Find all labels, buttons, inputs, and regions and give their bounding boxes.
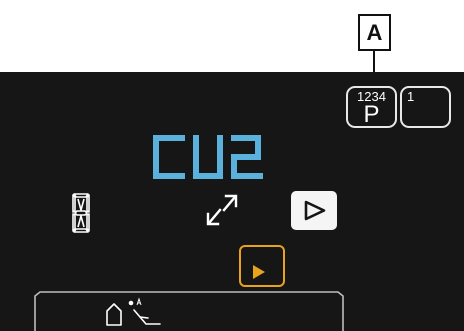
program-button-p[interactable]: 1234 P: [346, 86, 397, 128]
program-p-letter: P: [363, 101, 380, 128]
program-1-number: 1: [407, 89, 415, 104]
callout-label-a: A: [358, 14, 391, 51]
bottom-bracket: [34, 291, 344, 331]
code-char-c: [153, 135, 185, 179]
segment-digit-icon: [72, 193, 90, 233]
enter-play-icon: [253, 265, 265, 279]
code-display: [153, 135, 263, 179]
code-char-u: [193, 135, 223, 179]
code-char-2: [231, 135, 263, 179]
enter-button[interactable]: [239, 245, 285, 287]
house-person-icon[interactable]: [104, 297, 166, 327]
expand-arrows-icon: [206, 194, 238, 226]
play-button[interactable]: [291, 191, 337, 230]
program-button-1[interactable]: 1: [400, 86, 451, 128]
play-triangle-icon: [304, 200, 326, 221]
